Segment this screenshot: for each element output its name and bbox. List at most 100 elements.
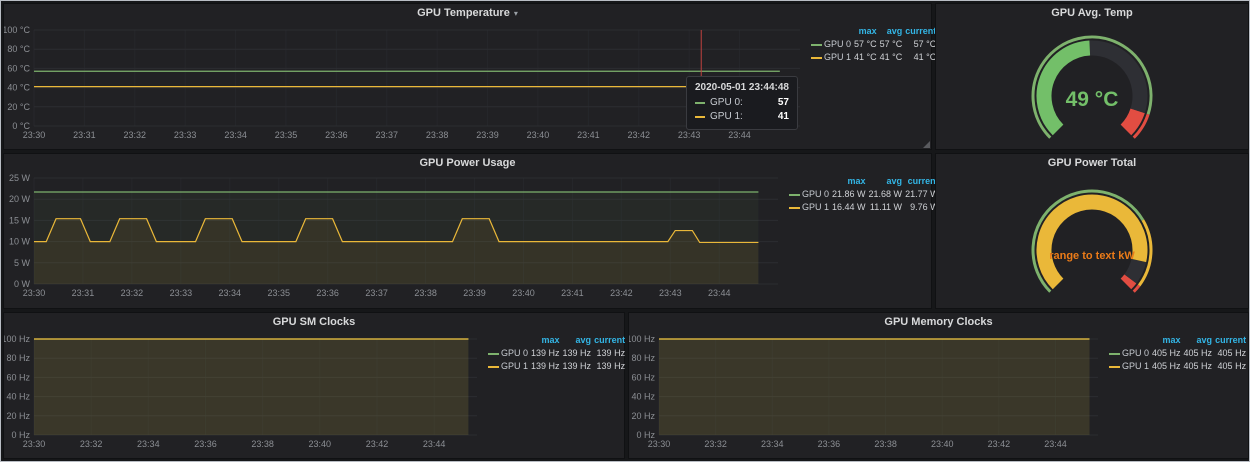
tooltip-timestamp: 2020-05-01 23:44:48 [695, 82, 789, 93]
chart-tooltip: 2020-05-01 23:44:48 GPU 0:57GPU 1:41 [686, 76, 798, 130]
y-tick-label: 0 Hz [11, 430, 30, 440]
legend-value: 139 Hz [531, 348, 563, 359]
legend-header-avg[interactable]: avg [563, 335, 595, 346]
x-tick-label: 23:38 [251, 439, 274, 449]
panel-resize-handle[interactable] [923, 141, 930, 148]
series-color-dash-icon [789, 207, 800, 209]
legend-spacer [808, 26, 822, 37]
series-color-dash-icon [811, 44, 822, 46]
legend-header-current[interactable]: current [594, 335, 628, 346]
x-tick-label: 23:32 [80, 439, 103, 449]
panel-title: GPU Temperature [417, 7, 510, 19]
series-color-dash-icon [1109, 366, 1120, 368]
x-tick-label: 23:30 [23, 439, 46, 449]
legend-spacer [1106, 335, 1120, 346]
legend-header-avg[interactable]: avg [869, 176, 906, 187]
tooltip-series-row: GPU 1: 41 [695, 110, 789, 124]
x-tick-label: 23:33 [174, 130, 197, 140]
legend-series-name[interactable]: GPU 0 [822, 39, 854, 50]
y-tick-label: 80 °C [7, 44, 30, 54]
x-tick-label: 23:42 [988, 439, 1011, 449]
legend-series-name[interactable]: GPU 1 [499, 361, 531, 372]
legend-series-name[interactable]: GPU 0 [1120, 348, 1152, 359]
x-tick-label: 23:40 [309, 439, 332, 449]
x-tick-label: 23:31 [73, 130, 96, 140]
y-tick-label: 100 Hz [4, 334, 30, 344]
panel-gpu-avg-temp: GPU Avg. Temp 49 °C [935, 3, 1249, 150]
gauge-value-text: 49 °C [1066, 88, 1119, 111]
y-tick-label: 40 Hz [631, 392, 655, 402]
x-tick-label: 23:44 [728, 130, 751, 140]
legend-series-color [808, 39, 822, 50]
gauge-value-text: range to text kW [1049, 250, 1135, 262]
legend-value: 41 °C [854, 52, 880, 63]
panel-header-gpu-avg-temp[interactable]: GPU Avg. Temp [936, 4, 1248, 22]
legend-value: 139 Hz [563, 348, 595, 359]
panel-menu-caret-icon[interactable]: ▾ [514, 9, 518, 18]
panel-header-gpu-power-total[interactable]: GPU Power Total [936, 154, 1248, 172]
x-tick-label: 23:40 [527, 130, 550, 140]
legend-value: 57 °C [880, 39, 906, 50]
gpu-sm-clocks-chart[interactable]: 23:3023:3223:3423:3623:3823:4023:4223:44… [4, 331, 485, 457]
x-tick-label: 23:39 [463, 288, 486, 298]
x-tick-label: 23:30 [23, 288, 46, 298]
series-color-dash-icon [789, 194, 800, 196]
legend-header-avg[interactable]: avg [880, 26, 906, 37]
legend-value: 139 Hz [563, 361, 595, 372]
legend-series-name[interactable]: GPU 1 [1120, 361, 1152, 372]
legend-header-max[interactable]: max [1152, 335, 1184, 346]
legend-value: 405 Hz [1152, 348, 1184, 359]
legend-spacer [1120, 335, 1152, 346]
series-color-dash-icon [488, 366, 499, 368]
tooltip-series-name: GPU 1: [710, 110, 743, 124]
y-tick-label: 20 Hz [631, 411, 655, 421]
legend-header-avg[interactable]: avg [1184, 335, 1216, 346]
legend-header-current[interactable]: current [1215, 335, 1249, 346]
legend-value: 11.11 W [869, 202, 906, 213]
legend-value: 41 °C [880, 52, 906, 63]
legend-series-color [1106, 348, 1120, 359]
legend-series-color [808, 52, 822, 63]
y-tick-label: 60 °C [7, 63, 30, 73]
x-tick-label: 23:36 [194, 439, 217, 449]
legend-header-max[interactable]: max [531, 335, 563, 346]
panel-gpu-power-total: GPU Power Total range to text kW [935, 153, 1249, 309]
series-color-dash-icon [488, 353, 499, 355]
gauge-value-arc [1044, 202, 1140, 284]
tooltip-series-value: 41 [778, 110, 789, 124]
legend-series-color [485, 361, 499, 372]
legend-series-name[interactable]: GPU 1 [822, 52, 854, 63]
x-tick-label: 23:38 [414, 288, 437, 298]
x-tick-label: 23:42 [610, 288, 633, 298]
x-tick-label: 23:30 [23, 130, 46, 140]
gpu-temperature-legend: maxavgcurrentGPU 057 °C57 °C57 °CGPU 141… [808, 22, 931, 148]
panel-title: GPU SM Clocks [273, 316, 356, 328]
legend-series-name[interactable]: GPU 1 [800, 202, 832, 213]
y-tick-label: 100 Hz [629, 334, 655, 344]
legend-spacer [499, 335, 531, 346]
legend-header-max[interactable]: max [832, 176, 869, 187]
x-tick-label: 23:41 [577, 130, 600, 140]
panel-header-gpu-temperature[interactable]: GPU Temperature ▾ [4, 4, 931, 22]
panel-header-gpu-memory-clocks[interactable]: GPU Memory Clocks [629, 313, 1248, 331]
y-tick-label: 10 W [9, 237, 31, 247]
gpu-memory-clocks-chart[interactable]: 23:3023:3223:3423:3623:3823:4023:4223:44… [629, 331, 1106, 457]
x-tick-label: 23:38 [426, 130, 449, 140]
x-tick-label: 23:44 [1044, 439, 1067, 449]
panel-title: GPU Memory Clocks [884, 316, 992, 328]
legend-value: 405 Hz [1215, 361, 1249, 372]
gauge-threshold-arc [1126, 279, 1130, 284]
legend-header-max[interactable]: max [854, 26, 880, 37]
gpu-sm-clocks-legend: maxavgcurrentGPU 0139 Hz139 Hz139 HzGPU … [485, 331, 624, 457]
series-fill-gpu-1 [34, 339, 468, 435]
gpu-memory-clocks-legend: maxavgcurrentGPU 0405 Hz405 Hz405 HzGPU … [1106, 331, 1248, 457]
x-tick-label: 23:33 [170, 288, 193, 298]
legend-series-name[interactable]: GPU 0 [499, 348, 531, 359]
gpu-power-usage-chart[interactable]: 23:3023:3123:3223:3323:3423:3523:3623:37… [4, 172, 786, 308]
panel-header-gpu-sm-clocks[interactable]: GPU SM Clocks [4, 313, 624, 331]
y-tick-label: 25 W [9, 173, 31, 183]
panel-gpu-memory-clocks: GPU Memory Clocks 23:3023:3223:3423:3623… [628, 312, 1249, 459]
panel-header-gpu-power-usage[interactable]: GPU Power Usage [4, 154, 931, 172]
legend-series-name[interactable]: GPU 0 [800, 189, 832, 200]
legend-spacer [822, 26, 854, 37]
